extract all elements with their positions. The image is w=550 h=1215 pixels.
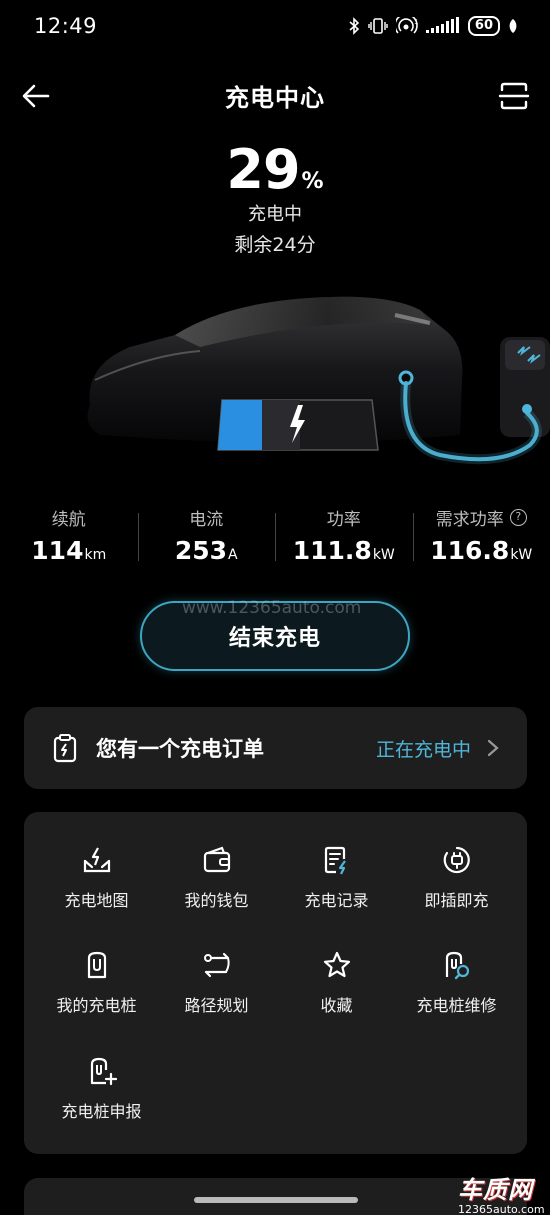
charger-station	[500, 337, 550, 437]
remaining-time: 剩余24分	[234, 234, 316, 256]
stat-label: 需求功率?	[413, 505, 550, 530]
feature-my-charger[interactable]: 我的充电桩	[34, 950, 159, 1040]
route-planning-icon	[203, 952, 230, 978]
feature-label: 充电地图	[64, 891, 129, 910]
charging-map-icon	[83, 847, 110, 873]
stat-label: 功率	[326, 510, 361, 530]
feature-label: 路径规划	[184, 996, 249, 1015]
feature-label: 充电桩申报	[61, 1102, 142, 1121]
status-time: 12:49	[34, 14, 98, 38]
order-clipboard-icon	[53, 734, 77, 763]
charge-percent: 29%	[0, 138, 550, 201]
feature-charger-report[interactable]: 充电桩申报	[39, 1056, 164, 1146]
logo-sub: 12365auto.com	[458, 1203, 545, 1215]
percent-unit: %	[301, 169, 324, 194]
feature-wallet[interactable]: 我的钱包	[154, 845, 279, 935]
feature-plug-and-charge[interactable]: 即插即充	[394, 845, 519, 935]
stat-current: 电流 253A	[137, 505, 276, 565]
feature-label: 我的钱包	[184, 891, 249, 910]
feature-charging-map[interactable]: 充电地图	[34, 845, 159, 935]
back-arrow-icon[interactable]	[20, 80, 52, 112]
end-charging-label: 结束充电	[228, 626, 321, 651]
stat-range: 续航 114km	[0, 505, 138, 565]
bluetooth-icon	[349, 17, 360, 35]
my-charger-icon	[87, 951, 106, 979]
page-title: 充电中心	[225, 83, 325, 112]
charging-order-card[interactable]: 您有一个充电订单 正在充电中	[24, 707, 527, 789]
hotspot-icon: 1	[395, 17, 418, 34]
charging-record-icon	[324, 846, 346, 875]
watermark-url: www.12365auto.com	[182, 598, 362, 618]
feature-label: 即插即充	[424, 891, 489, 910]
charger-report-icon	[90, 1057, 117, 1086]
feature-charging-record[interactable]: 充电记录	[274, 845, 399, 935]
signal-icon	[425, 17, 459, 33]
logo-text: 车质网	[458, 1176, 533, 1204]
page-header: 充电中心	[0, 70, 550, 120]
charge-status: 充电中	[248, 204, 302, 225]
charging-stats: 续航 114km 电流 253A 功率 111.8kW 需求功率? 116.8k…	[0, 505, 550, 565]
site-logo: 车质网 12365auto.com	[458, 1170, 548, 1215]
feature-grid: 充电地图 我的钱包 充电记录 即插即充 我的充电桩 路径规划 收藏 充电桩维修 …	[24, 812, 527, 1154]
scan-icon[interactable]	[498, 80, 530, 112]
feature-label: 充电桩维修	[416, 996, 497, 1015]
order-status: 正在充电中	[375, 738, 471, 761]
favorite-star-icon	[323, 951, 350, 978]
stat-value: 116.8kW	[430, 536, 533, 565]
percent-value: 29	[226, 138, 300, 201]
battery-pack	[217, 399, 379, 451]
feature-label: 充电记录	[304, 891, 369, 910]
battery-level: 60	[467, 16, 500, 36]
feature-label: 收藏	[320, 996, 353, 1015]
wallet-icon	[203, 846, 230, 873]
stat-power: 功率 111.8kW	[275, 505, 413, 565]
charger-repair-icon	[445, 951, 469, 980]
feature-favorite[interactable]: 收藏	[274, 950, 399, 1040]
plug-and-charge-icon	[443, 846, 470, 874]
stat-label: 电流	[189, 510, 224, 530]
svg-text:1: 1	[414, 18, 418, 26]
status-icons: 1 60	[348, 16, 518, 36]
stat-label: 续航	[51, 510, 86, 530]
car-charging-illustration	[87, 296, 550, 465]
feature-route-planning[interactable]: 路径规划	[154, 950, 279, 1040]
leaf-icon	[509, 19, 517, 33]
stat-value: 253A	[174, 536, 238, 565]
help-icon[interactable]: ?	[509, 509, 527, 526]
vibrate-icon	[368, 18, 388, 34]
home-indicator[interactable]	[194, 1197, 358, 1203]
status-bar: 12:49 1 60	[0, 0, 550, 52]
stat-value: 114km	[31, 536, 107, 565]
chevron-right-icon	[487, 739, 499, 757]
feature-charger-repair[interactable]: 充电桩维修	[394, 950, 519, 1040]
order-text: 您有一个充电订单	[96, 737, 264, 761]
feature-label: 我的充电桩	[56, 996, 137, 1015]
stat-demand-power: 需求功率? 116.8kW	[412, 505, 550, 565]
stat-value: 111.8kW	[292, 536, 395, 565]
